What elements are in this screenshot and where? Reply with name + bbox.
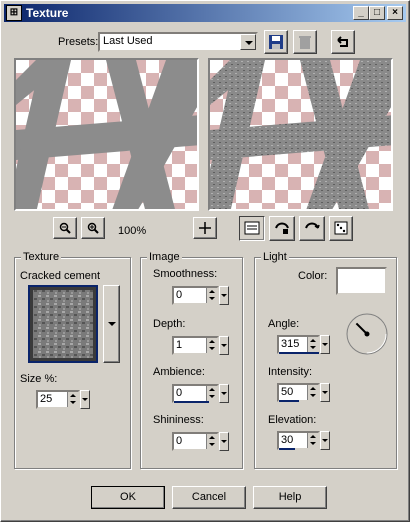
depth-label: Depth:	[153, 318, 186, 330]
angle-dial[interactable]	[345, 312, 389, 356]
light-color-swatch[interactable]	[336, 267, 387, 295]
reset-button[interactable]	[331, 30, 355, 54]
spin-arrows-icon[interactable]	[307, 337, 318, 352]
shininess-label: Shininess:	[153, 414, 204, 426]
texture-group: Texture Cracked cement Size %: 25	[14, 251, 131, 469]
angle-bar	[279, 352, 319, 354]
texture-group-title: Texture	[21, 251, 62, 263]
intensity-bar	[279, 400, 299, 402]
ok-button[interactable]: OK	[91, 486, 165, 509]
presets-value: Last Used	[103, 35, 153, 47]
window-title: Texture	[26, 6, 69, 20]
smoothness-spinner[interactable]: 0	[172, 286, 229, 305]
slider-dropdown-icon[interactable]	[219, 384, 229, 403]
image-group: Image Smoothness: 0 Depth: 1 Ambience: 0…	[140, 251, 243, 469]
stripe-pattern	[16, 60, 197, 209]
slider-dropdown-icon[interactable]	[320, 431, 330, 450]
smoothness-label: Smoothness:	[153, 268, 218, 280]
elevation-label: Elevation:	[268, 414, 317, 426]
pan-button[interactable]	[193, 217, 217, 239]
zoom-in-button[interactable]	[81, 217, 105, 239]
zoom-out-icon	[59, 222, 71, 234]
texture-dialog: ⊞ Texture _ □ × Presets: Last Used 100% …	[0, 0, 410, 522]
ambience-value: 0	[176, 387, 183, 399]
texture-dropdown-button[interactable]	[103, 285, 120, 363]
depth-spinner[interactable]: 1	[172, 336, 229, 355]
angle-value: 315	[281, 338, 300, 350]
ambience-spinner[interactable]: 0	[172, 384, 229, 403]
maximize-button[interactable]: □	[369, 6, 385, 20]
intensity-label: Intensity:	[268, 366, 313, 378]
spin-arrows-icon[interactable]	[206, 386, 217, 401]
zoom-in-icon	[87, 222, 99, 234]
spin-arrows-icon[interactable]	[206, 338, 217, 353]
spin-arrows-icon[interactable]	[206, 434, 217, 449]
ambience-label: Ambience:	[153, 366, 205, 378]
proof-button[interactable]	[299, 216, 325, 241]
zoom-out-button[interactable]	[53, 217, 77, 239]
size-value: 25	[40, 393, 53, 405]
delete-preset-button[interactable]	[293, 30, 317, 54]
randomize-button[interactable]	[329, 216, 353, 241]
smoothness-value: 0	[176, 289, 183, 301]
ambience-bar	[174, 401, 209, 403]
shininess-spinner[interactable]: 0	[172, 432, 229, 451]
preview-toggle-button[interactable]	[239, 216, 265, 241]
spin-arrows-icon[interactable]	[67, 392, 78, 407]
original-preview[interactable]	[14, 58, 199, 211]
slider-dropdown-icon[interactable]	[320, 335, 330, 354]
minimize-button[interactable]: _	[353, 6, 369, 20]
slider-dropdown-icon[interactable]	[219, 286, 229, 305]
proof-icon	[305, 222, 320, 229]
depth-value: 1	[176, 339, 183, 351]
light-group: Light Color: Angle: 315 Intensity: 50 El…	[254, 251, 397, 469]
app-icon: ⊞	[6, 5, 22, 21]
help-button[interactable]: Help	[253, 486, 327, 509]
cracked-cement-thumbnail	[33, 290, 93, 358]
shininess-value: 0	[176, 435, 183, 447]
size-spinner[interactable]: 25	[36, 390, 90, 409]
texture-name: Cracked cement	[20, 270, 101, 282]
texture-swatch[interactable]	[28, 285, 98, 363]
color-label: Color:	[298, 270, 328, 282]
elevation-spinner[interactable]: 30	[277, 431, 330, 450]
reset-icon	[337, 36, 348, 47]
elevation-value: 30	[281, 434, 294, 446]
intensity-value: 50	[281, 386, 294, 398]
spin-arrows-icon[interactable]	[206, 288, 217, 303]
size-label: Size %:	[20, 373, 58, 385]
slider-dropdown-icon[interactable]	[219, 336, 229, 355]
pan-icon	[199, 222, 211, 234]
chevron-down-icon	[108, 322, 116, 326]
auto-proof-button[interactable]	[269, 216, 295, 241]
intensity-spinner[interactable]: 50	[277, 383, 330, 402]
preview-toggle-icon	[244, 221, 260, 235]
presets-label: Presets:	[58, 36, 99, 48]
elevation-bar	[279, 448, 295, 450]
auto-proof-icon	[275, 222, 289, 234]
cancel-button[interactable]: Cancel	[172, 486, 246, 509]
spin-arrows-icon[interactable]	[307, 385, 318, 400]
save-icon	[269, 35, 283, 49]
zoom-level: 100%	[118, 225, 147, 237]
image-group-title: Image	[147, 251, 182, 263]
presets-dropdown[interactable]: Last Used	[98, 32, 258, 52]
slider-dropdown-icon[interactable]	[320, 383, 330, 402]
angle-label: Angle:	[268, 318, 300, 330]
result-preview[interactable]	[208, 58, 393, 211]
title-bar[interactable]: ⊞ Texture _ □ ×	[4, 4, 406, 22]
spin-arrows-icon[interactable]	[307, 433, 318, 448]
light-group-title: Light	[261, 251, 289, 263]
textured-stripe-pattern	[210, 60, 391, 209]
slider-dropdown-icon[interactable]	[219, 432, 229, 451]
chevron-down-icon[interactable]	[240, 34, 256, 50]
close-button[interactable]: ×	[387, 6, 403, 20]
angle-spinner[interactable]: 315	[277, 335, 330, 354]
dice-icon	[334, 221, 348, 235]
delete-icon	[299, 36, 311, 49]
save-preset-button[interactable]	[264, 30, 288, 54]
slider-dropdown-icon[interactable]	[80, 390, 90, 409]
